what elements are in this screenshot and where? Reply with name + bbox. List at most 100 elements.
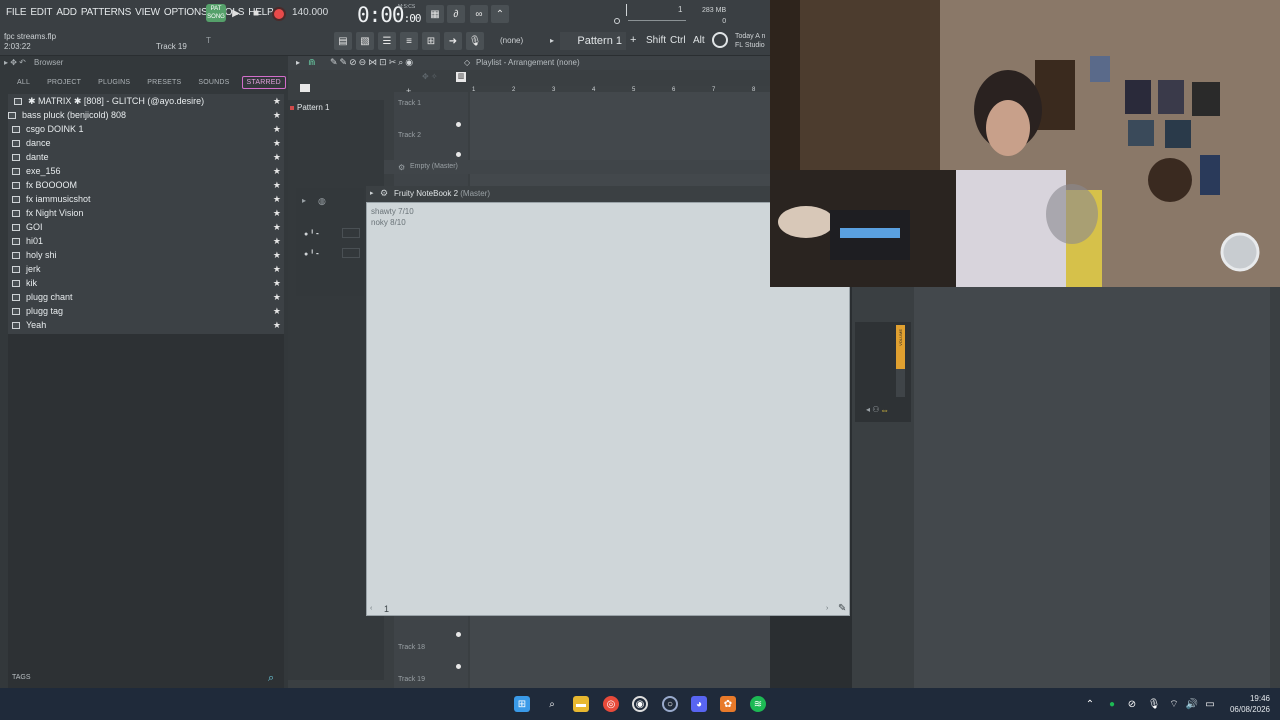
pattern-picker-icon[interactable]	[300, 84, 310, 92]
star-icon[interactable]: ★	[273, 292, 281, 303]
browser-item[interactable]: jerk ★	[8, 262, 284, 276]
pattern-selector[interactable]: Pattern 1	[560, 32, 626, 50]
star-icon[interactable]: ★	[273, 278, 281, 289]
tab-project[interactable]: PROJECT	[47, 79, 81, 86]
star-icon[interactable]: ★	[273, 264, 281, 275]
notebook-page[interactable]: 1	[384, 604, 389, 614]
master-pitch-knob-icon[interactable]	[614, 18, 620, 24]
menu-edit[interactable]: EDIT	[30, 7, 52, 18]
playlist-menu-icon[interactable]: ▸	[296, 58, 300, 67]
obs-icon[interactable]: ◉	[632, 696, 648, 712]
browser-item[interactable]: fx BOOOOM ★	[8, 178, 284, 192]
channel-rack-icon[interactable]: ▧	[356, 32, 374, 50]
windows-start-icon[interactable]: ⊞	[514, 696, 530, 712]
tab-all[interactable]: ALL	[17, 79, 30, 86]
play-icon[interactable]: ▶	[228, 5, 244, 21]
microphone-icon[interactable]: 🎙	[466, 32, 484, 50]
wifi-icon[interactable]: ⌔	[1166, 696, 1182, 712]
ctrl-button[interactable]: Ctrl	[670, 35, 686, 46]
pattern-arrow-icon[interactable]: ▸	[550, 36, 554, 45]
star-icon[interactable]: ★	[273, 222, 281, 233]
step-edit-icon[interactable]: ∂	[447, 5, 465, 23]
news-panel[interactable]: Today A n FL Studio	[735, 32, 765, 50]
star-icon[interactable]: ★	[273, 320, 281, 331]
star-icon[interactable]: ★	[273, 138, 281, 149]
mixer-link-icon[interactable]: ⇔	[880, 405, 889, 415]
track-mute-dot[interactable]	[456, 632, 461, 637]
star-icon[interactable]: ★	[273, 166, 281, 177]
online-news-icon[interactable]	[712, 32, 728, 48]
browser-item[interactable]: plugg chant ★	[8, 290, 284, 304]
track-mute-dot[interactable]	[456, 664, 461, 669]
tab-presets[interactable]: PRESETS	[147, 79, 181, 86]
star-icon[interactable]: ★	[273, 250, 281, 261]
browser-item[interactable]: ✱ MATRIX ✱ [808] - GLITCH (@ayo.desire) ★	[8, 94, 284, 108]
fl-studio-icon[interactable]: ✿	[720, 696, 736, 712]
metronome-icon[interactable]: ⌃	[491, 5, 509, 23]
none-selector[interactable]: (none)	[500, 36, 523, 45]
browser-item[interactable]: exe_156 ★	[8, 164, 284, 178]
track-mute-dot[interactable]	[456, 122, 461, 127]
playlist-arrows-icon[interactable]: ◇	[464, 58, 470, 67]
pattern-item[interactable]: Pattern 1	[290, 103, 329, 112]
right-arrangement-grid[interactable]	[914, 287, 1270, 688]
master-volume-slider[interactable]	[628, 20, 686, 21]
notebook-gear-icon[interactable]: ⚙	[380, 188, 388, 199]
menu-file[interactable]: FILE	[6, 7, 27, 18]
playlist-icon[interactable]: ▤	[334, 32, 352, 50]
typing-keyboard-icon[interactable]: ▦	[426, 5, 444, 23]
menu-options[interactable]: OPTIONS	[164, 7, 208, 18]
browser-item[interactable]: hi01 ★	[8, 234, 284, 248]
side-field-1[interactable]	[342, 228, 360, 238]
stop-icon[interactable]: ■	[248, 5, 264, 21]
pat-song-toggle[interactable]: PAT SONG	[206, 4, 226, 22]
star-icon[interactable]: ★	[273, 306, 281, 317]
star-icon[interactable]: ★	[273, 110, 281, 121]
notebook-next-icon[interactable]: ›	[826, 605, 828, 612]
star-icon[interactable]: ★	[273, 236, 281, 247]
tab-sounds[interactable]: SOUNDS	[198, 79, 229, 86]
record-icon[interactable]	[272, 7, 286, 21]
discord-icon[interactable]: ◕	[691, 696, 707, 712]
plugin-picker-icon[interactable]: ➜	[444, 32, 462, 50]
star-icon[interactable]: ★	[273, 208, 281, 219]
notebook-titlebar[interactable]: Fruity NoteBook 2 (Master)	[366, 186, 770, 202]
browser-item[interactable]: holy shi ★	[8, 248, 284, 262]
track-name[interactable]: Track 2	[398, 132, 421, 139]
search-icon[interactable]: ⌕	[544, 696, 560, 712]
file-explorer-icon[interactable]: ▬	[573, 696, 589, 712]
star-icon[interactable]: ★	[273, 96, 281, 107]
track-mute-dot[interactable]	[456, 152, 461, 157]
side-knob-icon[interactable]: ◍	[318, 196, 326, 207]
clock[interactable]: 19:46 06/08/2026	[1230, 693, 1270, 715]
chrome-icon[interactable]: ◎	[603, 696, 619, 712]
empty-bar-gear-icon[interactable]: ⚙	[398, 163, 405, 172]
mixer-icon[interactable]: ≡	[400, 32, 418, 50]
add-pattern-icon[interactable]: +	[630, 34, 636, 46]
volume-icon[interactable]: 🔊	[1184, 696, 1200, 712]
star-icon[interactable]: ★	[273, 180, 281, 191]
track-name[interactable]: Track 1	[398, 100, 421, 107]
browser-item[interactable]: plugg tag ★	[8, 304, 284, 318]
wait-input-icon[interactable]: ∞	[470, 5, 488, 23]
tempo-display[interactable]: 140.000	[292, 7, 328, 18]
browser-item[interactable]: dance ★	[8, 136, 284, 150]
browser-item[interactable]: GOI ★	[8, 220, 284, 234]
empty-plugin-bar[interactable]: Empty (Master)	[384, 160, 770, 174]
side-field-2[interactable]	[342, 248, 360, 258]
browser-item[interactable]: dante ★	[8, 150, 284, 164]
tab-plugins[interactable]: PLUGINS	[98, 79, 130, 86]
star-icon[interactable]: ★	[273, 194, 281, 205]
side-controls-row1-icon[interactable]: ● ╹ ╸	[304, 230, 321, 238]
app-circle-icon[interactable]: ○	[662, 696, 678, 712]
browser-item[interactable]: fx Night Vision ★	[8, 206, 284, 220]
spotify-icon[interactable]: ≋	[750, 696, 766, 712]
notebook-prev-icon[interactable]: ‹	[370, 605, 372, 612]
track-name[interactable]: Track 18	[398, 644, 425, 651]
menu-view[interactable]: VIEW	[135, 7, 160, 18]
keyboard-icon[interactable]: ▥	[456, 72, 466, 82]
notebook-arrow-icon[interactable]: ▸	[370, 189, 374, 197]
alt-button[interactable]: Alt	[693, 35, 705, 46]
browser-item[interactable]: fx iammusicshot ★	[8, 192, 284, 206]
browser-icon[interactable]: ⊞	[422, 32, 440, 50]
